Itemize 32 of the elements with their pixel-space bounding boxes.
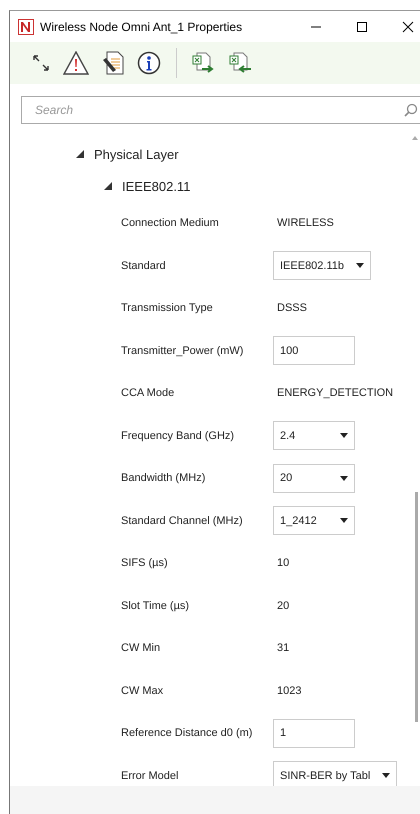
property-dropdown[interactable]: 1_2412	[273, 506, 355, 536]
property-label: CCA Mode	[121, 387, 176, 400]
property-label: Reference Distance d0 (m)	[121, 727, 254, 740]
property-dropdown[interactable]: SINR-BER by Tabl	[273, 761, 398, 786]
search-field[interactable]: Search	[21, 96, 420, 124]
property-value: 31	[277, 642, 290, 654]
property-value: 10	[277, 557, 290, 570]
property-value: DSSS	[277, 302, 307, 314]
property-label: Frequency Band (GHz)	[121, 430, 236, 442]
property-dropdown[interactable]: 20	[273, 464, 355, 493]
property-value: 20	[277, 600, 290, 612]
property-label: Error Model	[121, 770, 180, 782]
property-label: Standard	[121, 260, 167, 272]
property-label: Bandwidth (MHz)	[121, 472, 206, 484]
property-dropdown[interactable]: 2.4	[273, 421, 355, 450]
property-label: CW Min	[121, 642, 162, 654]
property-dropdown[interactable]: IEEE802.11b	[273, 251, 372, 280]
property-label: CW Max	[121, 684, 164, 697]
tree-node-label[interactable]: IEEE802.11	[122, 178, 190, 194]
property-label: Transmitter_Power (mW)	[121, 344, 244, 357]
property-value: WIRELESS	[277, 217, 334, 230]
property-value: 1023	[277, 684, 302, 697]
property-label: Transmission Type	[121, 302, 214, 314]
property-label: Slot Time (µs)	[121, 600, 190, 612]
tree-node-label[interactable]: Physical Layer	[94, 146, 179, 162]
window-title: Wireless Node Omni Ant_1 Properties	[40, 20, 242, 34]
property-label: Connection Medium	[121, 217, 220, 230]
property-input[interactable]: 100	[273, 336, 355, 366]
property-input[interactable]: 1	[273, 718, 355, 748]
property-label: SIFS (µs)	[121, 557, 169, 570]
property-label: Standard Channel (MHz)	[121, 514, 244, 527]
property-value: ENERGY_DETECTION	[277, 387, 394, 400]
